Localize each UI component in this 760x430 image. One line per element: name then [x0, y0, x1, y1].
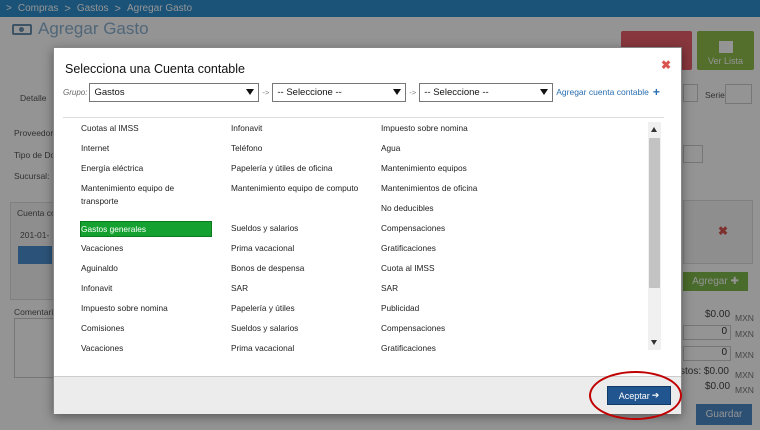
- account-item[interactable]: Aguinaldo: [80, 261, 212, 275]
- account-item[interactable]: Teléfono: [230, 141, 362, 155]
- select-account-modal: Selecciona una Cuenta contable ✖ Grupo: …: [53, 47, 682, 414]
- account-item[interactable]: Internet: [80, 141, 212, 155]
- account-item[interactable]: Energía eléctrica: [80, 161, 212, 175]
- grupo-select[interactable]: Gastos: [89, 82, 260, 102]
- account-item[interactable]: Infonavit: [80, 281, 212, 295]
- account-item[interactable]: Cuota al IMSS: [380, 261, 512, 275]
- highlight-annotation: [589, 371, 682, 420]
- plus-icon: +: [652, 85, 660, 99]
- scroll-up-icon[interactable]: [651, 127, 657, 132]
- account-item[interactable]: Sueldos y salarios: [230, 321, 362, 335]
- account-list: Cuotas al IMSS Internet Energía eléctrica M…: [63, 117, 664, 355]
- account-item[interactable]: Impuesto sobre nomina: [380, 121, 512, 135]
- add-account-link-text: Agregar cuenta contable: [556, 87, 649, 97]
- account-item[interactable]: Cuotas al IMSS: [80, 121, 212, 135]
- account-item[interactable]: Vacaciones: [80, 341, 212, 355]
- account-item[interactable]: Mantenimiento equipo de transporte: [80, 181, 212, 208]
- account-item[interactable]: Papelería y útiles: [230, 301, 362, 315]
- chevron-down-icon: [540, 89, 549, 95]
- chevron-down-icon: [393, 89, 402, 95]
- account-item[interactable]: Mantenimiento equipo de computo: [230, 181, 362, 195]
- arrow-separator: ->: [262, 87, 270, 97]
- modal-title: Selecciona una Cuenta contable: [65, 62, 245, 76]
- scroll-down-icon[interactable]: [651, 340, 657, 345]
- account-select-value: -- Seleccione --: [424, 86, 489, 98]
- account-item[interactable]: Compensaciones: [380, 321, 512, 335]
- scroll-thumb[interactable]: [649, 138, 660, 288]
- close-icon[interactable]: ✖: [661, 58, 671, 72]
- account-item[interactable]: Prima vacacional: [230, 341, 362, 355]
- account-item[interactable]: Gratificaciones: [380, 341, 512, 355]
- account-item[interactable]: Gratificaciones: [380, 241, 512, 255]
- account-item[interactable]: Bonos de despensa: [230, 261, 362, 275]
- chevron-down-icon: [246, 89, 255, 95]
- grupo-label: Grupo:: [63, 87, 88, 97]
- subgroup-select[interactable]: -- Seleccione --: [272, 82, 407, 102]
- account-item[interactable]: SAR: [230, 281, 362, 295]
- account-item[interactable]: No deducibles: [380, 201, 512, 215]
- account-item[interactable]: Publicidad: [380, 301, 512, 315]
- account-item[interactable]: Comisiones: [80, 321, 212, 335]
- account-item[interactable]: Mantenimientos de oficina: [380, 181, 512, 195]
- account-item[interactable]: Compensaciones: [380, 221, 512, 235]
- account-list-scrollbar[interactable]: [648, 122, 661, 350]
- account-item[interactable]: Mantenimiento equipos: [380, 161, 512, 175]
- account-item[interactable]: Agua: [380, 141, 512, 155]
- account-item[interactable]: Prima vacacional: [230, 241, 362, 255]
- subgroup-select-value: -- Seleccione --: [277, 86, 342, 98]
- modal-footer: [54, 376, 681, 414]
- account-item[interactable]: Impuesto sobre nomina: [80, 301, 212, 315]
- grupo-select-value: Gastos: [94, 86, 125, 98]
- account-select[interactable]: -- Seleccione --: [419, 82, 554, 102]
- account-item[interactable]: Sueldos y salarios: [230, 221, 362, 235]
- account-item[interactable]: SAR: [380, 281, 512, 295]
- account-item-selected[interactable]: Gastos generales: [80, 221, 212, 237]
- account-item[interactable]: Vacaciones: [80, 241, 212, 255]
- filter-bar: Grupo: Gastos -> -- Seleccione -- -> -- …: [63, 82, 660, 102]
- arrow-separator: ->: [409, 87, 417, 97]
- account-item[interactable]: Papelería y útiles de oficina: [230, 161, 362, 175]
- account-item[interactable]: Infonavit: [230, 121, 362, 135]
- add-account-link[interactable]: Agregar cuenta contable +: [556, 85, 660, 99]
